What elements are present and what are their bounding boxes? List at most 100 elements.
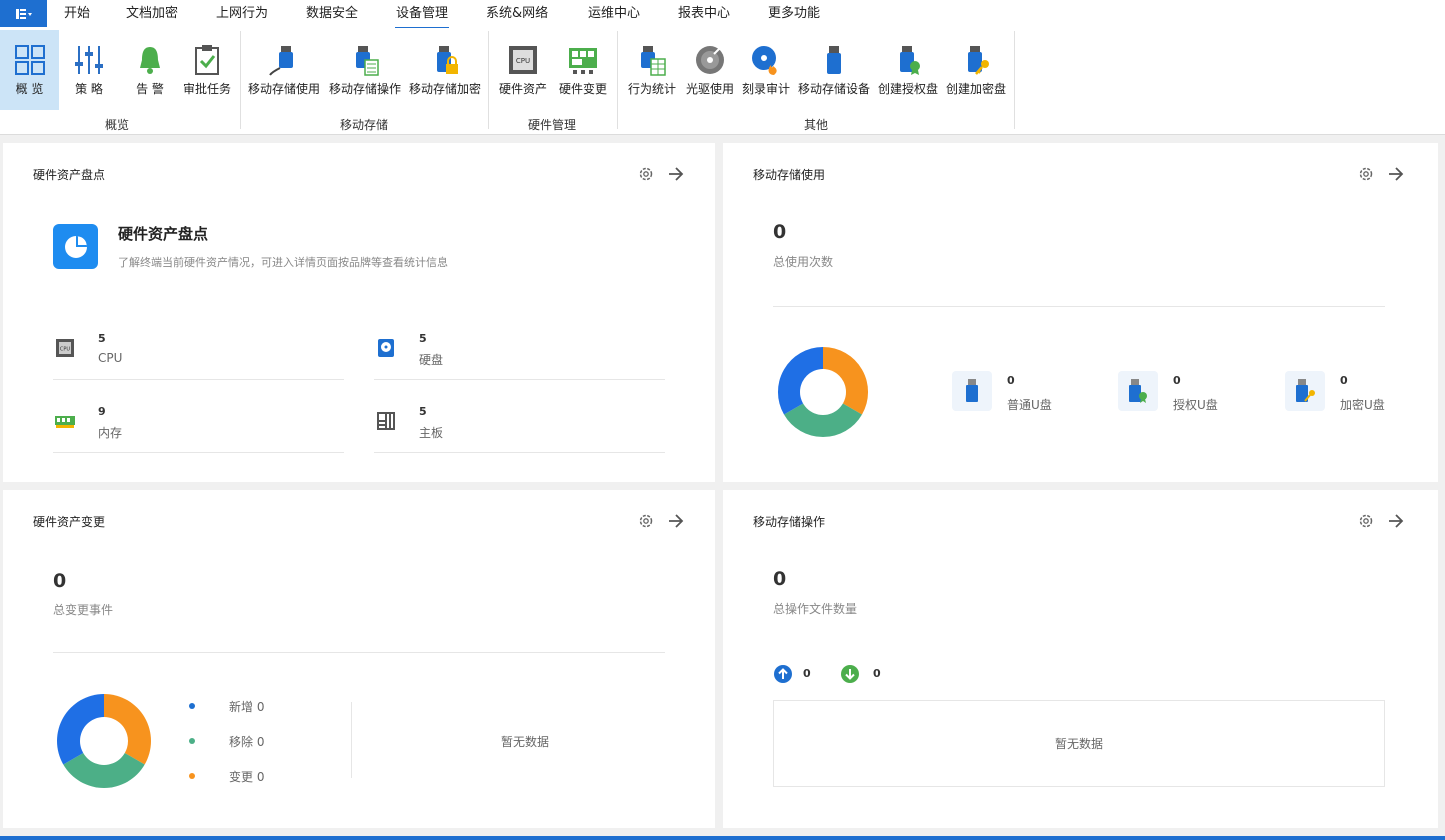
ribbon-usb-encrypt-button[interactable]: 移动存储加密 [407,30,483,110]
divider [53,652,665,653]
card-hw-inventory: 硬件资产盘点 硬件资产盘点 了解终端当前硬件资产情况，可进入详情页面按品牌等查看… [3,143,715,482]
memory-icon [55,416,75,428]
ribbon-group-overview: 概览 [104,118,129,132]
empty-state-box: 暂无数据 [773,700,1385,787]
ribbon-create-encrypt-disk-button[interactable]: 创建加密盘 [945,30,1007,110]
usb-authorized-icon [1118,371,1158,411]
legend-changed-dot [189,773,195,779]
bottom-status-bar [0,836,1445,840]
sliders-icon [73,30,105,76]
download-count: 0 [873,667,881,680]
total-usage-label: 总使用次数 [773,255,834,269]
ribbon-usb-device-button[interactable]: 移动存储设备 [797,30,871,110]
card-hw-change: 硬件资产变更 0 总变更事件 新增 0 移除 0 变更 0 暂无数据 [3,490,715,828]
hard-disk-icon [378,339,394,357]
ribbon-group-other: 其他 [803,118,828,132]
ribbon-group-hardware: 硬件管理 [527,118,576,132]
ribbon-usb-encrypt-label: 移动存储加密 [408,82,481,96]
ribbon-approval-button[interactable]: 审批任务 [182,30,232,110]
usb-encrypted-value: 0 [1340,374,1348,387]
menu-tab-start[interactable]: 开始 [64,5,90,23]
ribbon-alert-label: 告 警 [136,82,164,96]
menu-tab-more[interactable]: 更多功能 [768,5,820,23]
legend-added-dot [189,703,195,709]
ribbon-separator [240,31,241,129]
menu-tab-report-center[interactable]: 报表中心 [678,5,730,23]
card-usb-usage: 移动存储使用 0 总使用次数 0 普通U盘 0 授权U盘 0 加密U盘 [723,143,1438,482]
card-title: 移动存储使用 [753,168,826,182]
ribbon-separator [1014,31,1015,129]
gear-icon[interactable] [637,512,655,530]
card-title: 硬件资产盘点 [33,168,106,182]
usb-authorized-value: 0 [1173,374,1181,387]
disc-fire-icon [750,30,782,76]
stat-memory-label: 内存 [98,426,123,440]
usb-encrypted-icon [1285,371,1325,411]
gear-icon[interactable] [1357,512,1375,530]
stat-board-label: 主板 [419,426,444,440]
stat-cpu-label: CPU [98,351,123,365]
ribbon-policy-label: 策 略 [75,82,103,96]
usb-doc-icon [349,30,381,76]
ribbon-hw-asset-button[interactable]: CPU 硬件资产 [497,30,549,110]
usb-key-icon [960,30,992,76]
empty-state: 暂无数据 [501,735,550,749]
gear-icon[interactable] [637,165,655,183]
disc-icon [694,30,726,76]
menu-tab-ops-center[interactable]: 运维中心 [588,5,640,23]
motherboard-icon [377,412,395,430]
hero-description: 了解终端当前硬件资产情况，可进入详情页面按品牌等查看统计信息 [118,256,448,269]
svg-text:CPU: CPU [516,57,530,65]
stat-board-value: 5 [419,405,427,418]
menu-tab-web-behavior[interactable]: 上网行为 [216,5,268,23]
ribbon-usb-ops-button[interactable]: 移动存储操作 [327,30,403,110]
usb-lock-icon [429,30,461,76]
ribbon-behavior-stats-label: 行为统计 [627,82,676,96]
bell-icon [134,30,166,76]
ribbon-alert-button[interactable]: 告 警 [126,30,174,110]
ribbon-group-usb: 移动存储 [339,118,388,132]
ribbon-burn-audit-button[interactable]: 刻录审计 [740,30,792,110]
gear-icon[interactable] [1357,165,1375,183]
ribbon-behavior-stats-button[interactable]: 行为统计 [626,30,678,110]
ribbon-create-auth-disk-button[interactable]: 创建授权盘 [877,30,939,110]
ribbon-separator [617,31,618,129]
usb-plug-icon [268,30,300,76]
hero-title: 硬件资产盘点 [118,225,209,243]
card-title: 硬件资产变更 [33,515,106,529]
pie-chart-icon [53,224,98,269]
arrow-right-icon[interactable] [1386,511,1406,531]
menu-tab-system-network[interactable]: 系统&网络 [486,5,548,23]
ribbon-cdrom-usage-button[interactable]: 光驱使用 [684,30,736,110]
app-menu-button[interactable] [0,0,47,27]
ribbon-usb-ops-label: 移动存储操作 [328,82,401,96]
card-usb-ops: 移动存储操作 0 总操作文件数量 0 0 暂无数据 [723,490,1438,828]
ribbon-create-auth-disk-label: 创建授权盘 [877,82,938,96]
ribbon-burn-audit-label: 刻录审计 [741,82,790,96]
ribbon-cdrom-usage-label: 光驱使用 [685,82,734,96]
menu-tab-device-mgmt[interactable]: 设备管理 [394,5,450,30]
legend-added: 新增 0 [229,700,265,714]
cpu-chip-icon: CPU [56,339,74,357]
ribbon-usb-usage-button[interactable]: 移动存储使用 [246,30,322,110]
usb-authorized-label: 授权U盘 [1173,398,1218,412]
arrow-right-icon[interactable] [666,511,686,531]
usb-table-icon [636,30,668,76]
ribbon-hw-change-button[interactable]: 硬件变更 [557,30,609,110]
arrow-right-icon[interactable] [666,164,686,184]
usb-usage-donut [777,347,869,438]
menu-tab-doc-encrypt[interactable]: 文档加密 [126,5,178,23]
menu-tab-data-security[interactable]: 数据安全 [306,5,358,23]
ribbon-toolbar: 概 览 策 略 告 警 审批任务 移动存储使用 移动存储操作 移动存储加密 CP… [0,28,1445,135]
ribbon-policy-button[interactable]: 策 略 [65,30,113,110]
divider [53,379,344,380]
usb-encrypted-label: 加密U盘 [1340,398,1385,412]
total-file-ops-label: 总操作文件数量 [773,602,858,616]
legend-removed-dot [189,738,195,744]
divider [773,306,1385,307]
arrow-right-icon[interactable] [1386,164,1406,184]
ribbon-usb-usage-label: 移动存储使用 [247,82,320,96]
ribbon-overview-button[interactable]: 概 览 [0,30,59,110]
total-usage-count: 0 [773,221,787,243]
stat-memory-value: 9 [98,405,106,418]
